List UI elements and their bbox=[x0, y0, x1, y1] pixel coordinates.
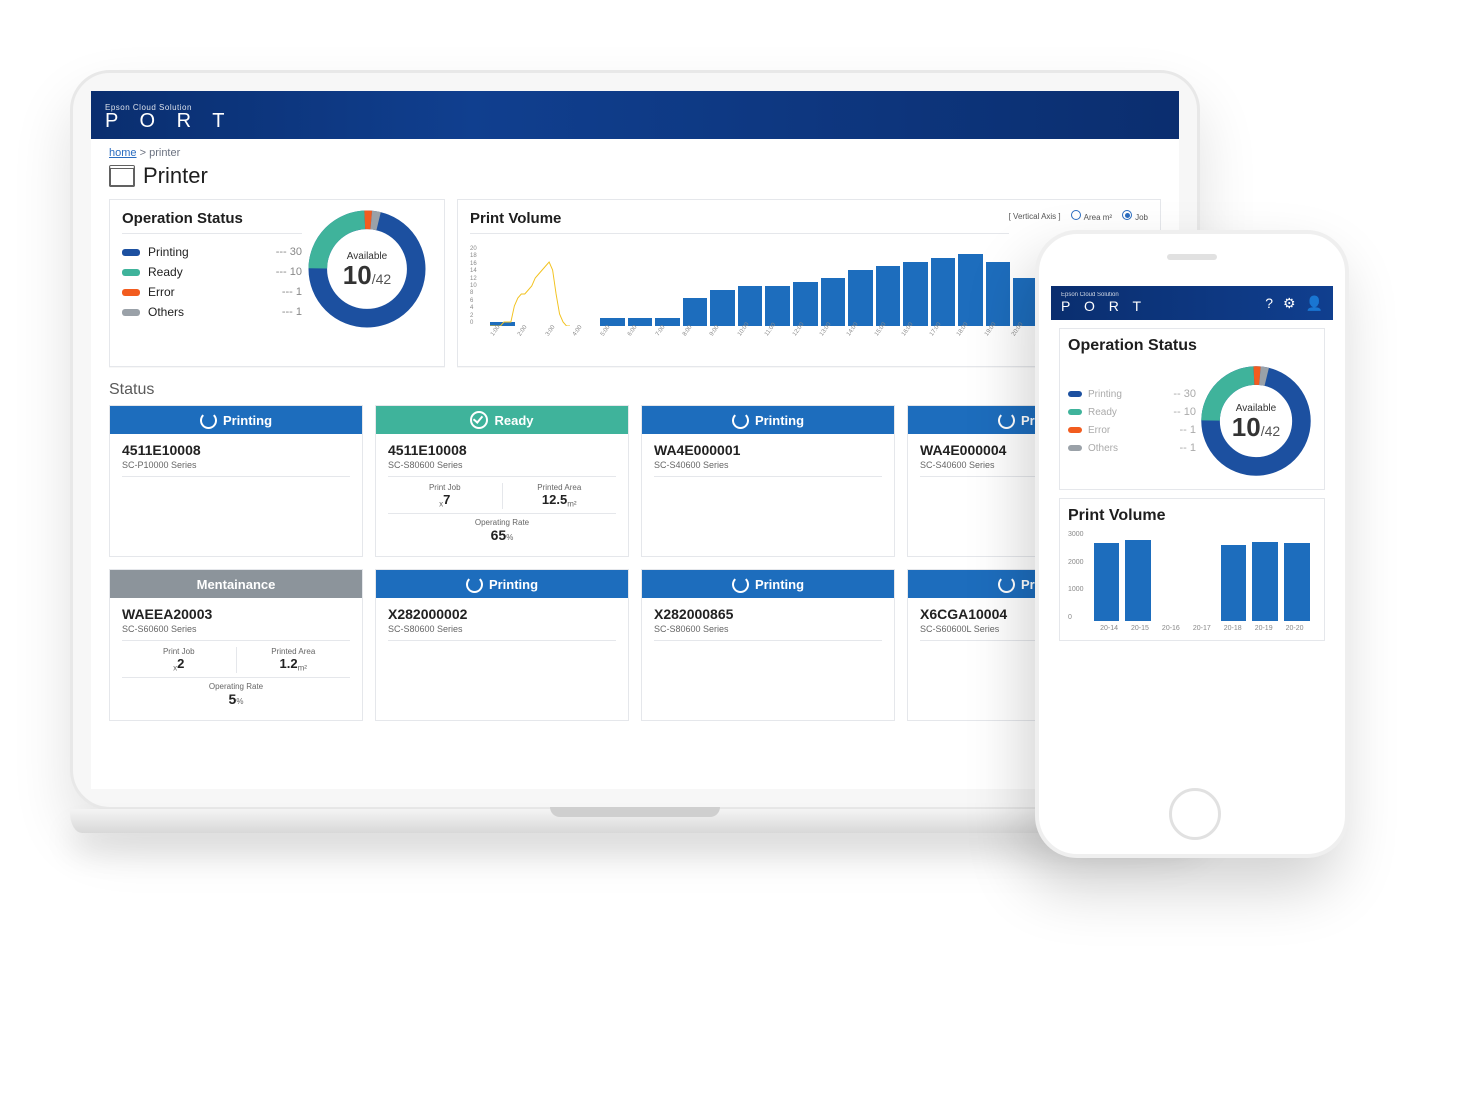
printer-id: WA4E000001 bbox=[654, 442, 882, 458]
printer-series: SC-P10000 Series bbox=[122, 460, 350, 477]
brand-sub: Epson Cloud Solution bbox=[105, 103, 233, 112]
phone-operation-status: Operation Status Printing -- 30 Ready --… bbox=[1059, 328, 1325, 490]
printer-card[interactable]: Printing WA4E000001 SC-S40600 Series bbox=[641, 405, 895, 557]
app-header: Epson Cloud Solution P O R T bbox=[91, 91, 1179, 139]
phone-status-row: Ready -- 10 bbox=[1068, 403, 1196, 421]
operation-status-panel: Operation Status Printing --- 30 Ready -… bbox=[109, 199, 445, 367]
card-status: Printing bbox=[110, 406, 362, 434]
availability-donut: Available 10/42 bbox=[302, 204, 432, 334]
legend-area[interactable]: Area m² bbox=[1071, 210, 1112, 222]
phone-availability-donut: Available 10/42 bbox=[1196, 361, 1316, 481]
status-row: Error --- 1 bbox=[122, 282, 302, 302]
breadcrumb: home > printer bbox=[91, 139, 1179, 159]
print-volume-legend: [ Vertical Axis ] Area m² Job bbox=[1009, 210, 1148, 222]
gear-icon[interactable]: ⚙ bbox=[1283, 295, 1296, 312]
spinner-icon bbox=[200, 412, 217, 429]
status-row: Ready --- 10 bbox=[122, 262, 302, 282]
phone-status-row: Others -- 1 bbox=[1068, 439, 1196, 457]
status-swatch bbox=[122, 269, 140, 276]
help-icon[interactable]: ? bbox=[1265, 295, 1273, 312]
spinner-icon bbox=[998, 576, 1015, 593]
printer-id: X282000002 bbox=[388, 606, 616, 622]
card-status: Printing bbox=[642, 570, 894, 598]
status-row: Others --- 1 bbox=[122, 302, 302, 322]
spinner-icon bbox=[998, 412, 1015, 429]
printer-card[interactable]: Mentainance WAEEA20003 SC-S60600 Series … bbox=[109, 569, 363, 721]
page-title: Printer bbox=[91, 159, 1179, 199]
printer-series: SC-S80600 Series bbox=[388, 460, 616, 477]
breadcrumb-home[interactable]: home bbox=[109, 147, 137, 159]
spinner-icon bbox=[732, 412, 749, 429]
phone-print-volume: Print Volume 3000200010000 20-1420-1520-… bbox=[1059, 498, 1325, 641]
phone-status-row: Printing -- 30 bbox=[1068, 385, 1196, 403]
spinner-icon bbox=[732, 576, 749, 593]
phone-status-row: Error -- 1 bbox=[1068, 421, 1196, 439]
phone-mock: Epson Cloud Solution P O R T ? ⚙ 👤 Opera… bbox=[1035, 230, 1349, 858]
legend-job[interactable]: Job bbox=[1122, 210, 1148, 222]
printer-series: SC-S60600 Series bbox=[122, 624, 350, 641]
card-status: Mentainance bbox=[110, 570, 362, 598]
status-row: Printing --- 30 bbox=[122, 242, 302, 262]
printer-id: 4511E10008 bbox=[122, 442, 350, 458]
status-swatch bbox=[122, 309, 140, 316]
phone-chart-bar bbox=[1094, 543, 1120, 621]
printer-card[interactable]: Printing 4511E10008 SC-P10000 Series bbox=[109, 405, 363, 557]
check-icon bbox=[470, 411, 488, 429]
status-section-title: Status bbox=[91, 367, 1179, 405]
printer-card[interactable]: Printing X282000865 SC-S80600 Series bbox=[641, 569, 895, 721]
print-volume-title: Print Volume bbox=[470, 210, 1009, 234]
status-swatch bbox=[122, 289, 140, 296]
breadcrumb-page: printer bbox=[149, 147, 180, 159]
phone-header: Epson Cloud Solution P O R T ? ⚙ 👤 bbox=[1051, 286, 1333, 320]
printer-id: X282000865 bbox=[654, 606, 882, 622]
card-status: Printing bbox=[642, 406, 894, 434]
brand-name: P O R T bbox=[105, 110, 233, 132]
printer-icon bbox=[109, 165, 135, 187]
available-count: 10 bbox=[343, 260, 372, 290]
phone-chart-bar bbox=[1221, 545, 1247, 622]
phone-chart-bar bbox=[1252, 542, 1278, 622]
status-swatch bbox=[122, 249, 140, 256]
printer-series: SC-S80600 Series bbox=[388, 624, 616, 641]
card-status: Ready bbox=[376, 406, 628, 434]
printer-id: 4511E10008 bbox=[388, 442, 616, 458]
user-icon[interactable]: 👤 bbox=[1306, 295, 1323, 312]
phone-chart-bar bbox=[1284, 543, 1310, 621]
printer-card[interactable]: Ready 4511E10008 SC-S80600 Series Print … bbox=[375, 405, 629, 557]
printer-id: WAEEA20003 bbox=[122, 606, 350, 622]
card-status: Printing bbox=[376, 570, 628, 598]
operation-status-title: Operation Status bbox=[122, 210, 302, 234]
printer-card[interactable]: Printing X282000002 SC-S80600 Series bbox=[375, 569, 629, 721]
spinner-icon bbox=[466, 576, 483, 593]
phone-chart-bar bbox=[1125, 540, 1151, 621]
printer-series: SC-S80600 Series bbox=[654, 624, 882, 641]
printer-series: SC-S40600 Series bbox=[654, 460, 882, 477]
